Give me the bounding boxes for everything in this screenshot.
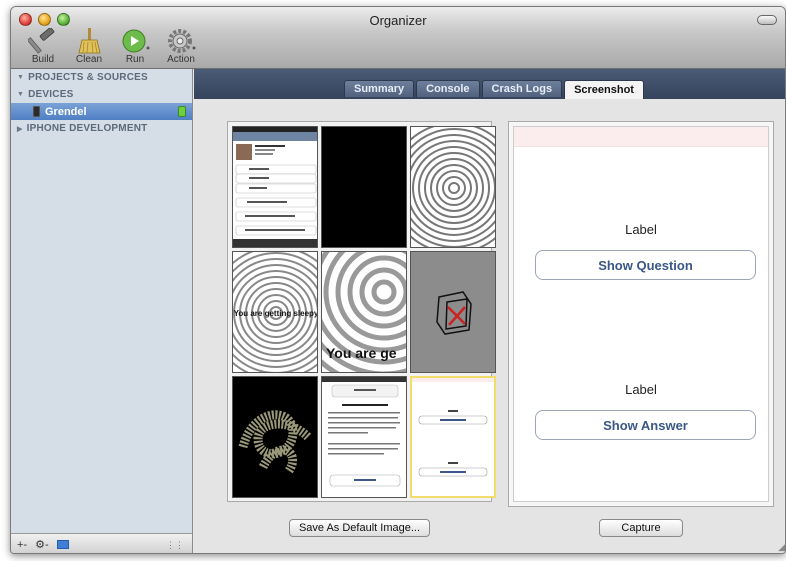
gear-icon	[165, 27, 197, 55]
toolbar-toggle-button[interactable]	[757, 15, 777, 25]
sidebar: ▼ PROJECTS & SOURCES ▼ DEVICES Grendel ▶…	[11, 69, 193, 553]
sidebar-item-label: Grendel	[45, 105, 87, 118]
iphone-device-icon	[33, 106, 40, 117]
tab-screenshot[interactable]: Screenshot	[564, 80, 644, 99]
show-answer-button[interactable]: Show Answer	[535, 410, 756, 440]
resize-grip-icon[interactable]: ⋮⋮	[166, 540, 184, 551]
action-button[interactable]: Action	[163, 27, 199, 65]
device-status-icon	[178, 106, 186, 117]
screenshot-thumbnail[interactable]	[321, 376, 407, 498]
build-label: Build	[31, 54, 55, 65]
tab-crash-logs[interactable]: Crash Logs	[481, 80, 563, 97]
screenshot-thumbnail[interactable]	[321, 126, 407, 248]
sidebar-group-projects[interactable]: ▼ PROJECTS & SOURCES	[11, 69, 192, 86]
run-icon	[119, 27, 151, 55]
hammer-icon	[27, 27, 59, 55]
tabs: Summary Console Crash Logs Screenshot	[344, 80, 644, 99]
screenshot-preview: Label Show Question Label Show Answer	[508, 121, 774, 507]
screenshot-thumbnail[interactable]	[232, 126, 318, 248]
clean-label: Clean	[75, 54, 103, 65]
broom-icon	[73, 27, 105, 55]
disclosure-down-icon: ▼	[17, 91, 25, 98]
add-menu-button[interactable]: +-	[17, 539, 27, 551]
sidebar-group-label: IPHONE DEVELOPMENT	[26, 123, 148, 134]
answer-label: Label	[625, 382, 657, 397]
sidebar-group-label: PROJECTS & SOURCES	[28, 72, 148, 83]
toolbar: Build Clean Run Action	[25, 27, 199, 65]
disclosure-down-icon: ▼	[17, 74, 25, 81]
thumbnail-caption: You are ge	[326, 345, 397, 361]
thumbnail-caption: You are getting sleepy	[234, 309, 318, 318]
organizer-window: Organizer Build Clean Run Action ▼ PROJE…	[10, 6, 786, 554]
sidebar-group-label: DEVICES	[28, 89, 74, 100]
screenshot-thumbnail[interactable]: You are ge	[321, 251, 407, 373]
clean-button[interactable]: Clean	[71, 27, 107, 65]
disclosure-right-icon: ▶	[17, 125, 23, 133]
main-content: Summary Console Crash Logs Screenshot Yo…	[194, 69, 785, 553]
save-as-default-image-button[interactable]: Save As Default Image...	[289, 519, 430, 537]
screenshot-thumbnail[interactable]	[410, 251, 496, 373]
tab-console[interactable]: Console	[416, 80, 480, 97]
capture-button[interactable]: Capture	[599, 519, 683, 537]
title-bar: Organizer Build Clean Run Action	[11, 7, 785, 69]
screenshot-gallery: You are getting sleepy You are ge	[227, 121, 496, 502]
sidebar-item-grendel[interactable]: Grendel	[11, 103, 192, 120]
preview-screen: Label Show Question Label Show Answer	[513, 126, 769, 502]
sidebar-group-iphone-development[interactable]: ▶ IPHONE DEVELOPMENT	[11, 120, 192, 137]
view-toggle-icon[interactable]	[56, 540, 69, 549]
action-label: Action	[167, 54, 195, 65]
sidebar-group-devices[interactable]: ▼ DEVICES	[11, 86, 192, 103]
screenshot-thumbnail[interactable]	[410, 126, 496, 248]
question-label: Label	[625, 222, 657, 237]
window-title: Organizer	[369, 13, 427, 28]
screenshot-thumbnail-selected[interactable]	[410, 376, 496, 498]
run-label: Run	[125, 54, 145, 65]
window-resize-grip-icon[interactable]: ◢	[778, 542, 785, 553]
screenshot-thumbnail[interactable]: You are getting sleepy	[232, 251, 318, 373]
show-question-button[interactable]: Show Question	[535, 250, 756, 280]
tab-summary[interactable]: Summary	[344, 80, 415, 97]
gear-menu-button[interactable]: ⚙-	[35, 538, 49, 551]
build-button[interactable]: Build	[25, 27, 61, 65]
tab-bar: Summary Console Crash Logs Screenshot	[194, 69, 785, 99]
status-bar	[514, 127, 768, 147]
run-button[interactable]: Run	[117, 27, 153, 65]
screenshot-thumbnail[interactable]	[232, 376, 318, 498]
sidebar-bottom-bar: +- ⚙- ⋮⋮	[11, 533, 192, 553]
